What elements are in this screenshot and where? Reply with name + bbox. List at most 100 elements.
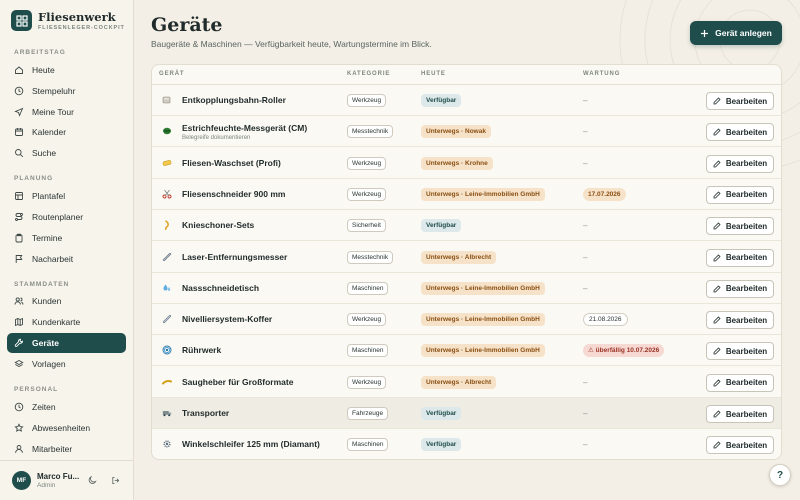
- devices-table: GERÄT KATEGORIE HEUTE WARTUNG Entkopplun…: [151, 64, 782, 460]
- sidebar-item-stempeluhr[interactable]: Stempeluhr: [7, 81, 126, 101]
- table-row[interactable]: Laser-Entfernungsmesser Messtechnik Unterw…: [152, 242, 781, 273]
- maintenance-badge: –: [583, 283, 588, 293]
- device-name: Knieschoner-Sets: [182, 220, 255, 231]
- sidebar-item-kundenkarte[interactable]: Kundenkarte: [7, 312, 126, 332]
- edit-label: Bearbeiten: [725, 127, 768, 137]
- table-row[interactable]: Nassschneidetisch Maschinen Unterwegs · Le…: [152, 273, 781, 304]
- table-row[interactable]: Rührwerk Maschinen Unterwegs · Leine-Immob…: [152, 335, 781, 367]
- sidebar-item-vorlagen[interactable]: Vorlagen: [7, 354, 126, 374]
- sidebar-item-meine-tour[interactable]: Meine Tour: [7, 102, 126, 122]
- edit-button[interactable]: Bearbeiten: [706, 311, 774, 330]
- category-badge: Maschinen: [347, 344, 389, 358]
- column-header: GERÄT: [159, 71, 185, 77]
- help-button[interactable]: ?: [769, 464, 791, 486]
- meter-icon: [163, 128, 171, 135]
- category-badge: Werkzeug: [347, 187, 387, 201]
- sidebar-item-nacharbeit[interactable]: Nacharbeit: [7, 249, 126, 269]
- edit-button[interactable]: Bearbeiten: [706, 123, 774, 142]
- maintenance-badge: ⚠ überfällig 10.07.2026: [583, 344, 665, 358]
- table-row[interactable]: Winkelschleifer 125 mm (Diamant) Maschine…: [152, 429, 781, 459]
- sidebar-item-label: Routenplaner: [32, 212, 84, 222]
- logout-icon[interactable]: [111, 476, 120, 485]
- table-row[interactable]: Entkopplungsbahn-Roller Werkzeug Verfügbar…: [152, 85, 781, 116]
- calendar-icon: [15, 128, 23, 136]
- edit-label: Bearbeiten: [725, 253, 768, 262]
- sidebar-item-label: Nacharbeit: [32, 254, 74, 264]
- table-row[interactable]: Saugheber für Großformate Werkzeug Unterwe…: [152, 367, 781, 398]
- plus-icon: [701, 29, 709, 37]
- edit-button[interactable]: Bearbeiten: [706, 185, 774, 204]
- edit-button[interactable]: Bearbeiten: [706, 436, 774, 455]
- pencil-icon: [713, 316, 721, 324]
- knee-icon: [164, 220, 169, 231]
- category-badge: Werkzeug: [347, 156, 387, 170]
- sidebar: Fliesenwerk FLIESENLEGER-COCKPIT ARBEITS…: [0, 0, 134, 500]
- status-badge: Verfügbar: [421, 94, 462, 107]
- maintenance-badge: 17.07.2026: [583, 187, 626, 201]
- sidebar-item-zeiten[interactable]: Zeiten: [7, 397, 126, 417]
- edit-label: Bearbeiten: [725, 409, 768, 419]
- category-badge: Messtechnik: [347, 125, 394, 139]
- sidebar-item-kunden[interactable]: Kunden: [7, 291, 126, 311]
- sidebar-item-suche[interactable]: Suche: [7, 143, 126, 163]
- pencil-icon: [713, 128, 721, 136]
- sidebar-item-heute[interactable]: Heute: [7, 60, 126, 80]
- maintenance-badge: –: [583, 158, 588, 168]
- table-row[interactable]: Estrichfeuchte-Messgerät (CM) Belegreife …: [152, 116, 781, 148]
- device-name: Winkelschleifer 125 mm (Diamant): [182, 439, 320, 450]
- sidebar-item-label: Termine: [32, 233, 63, 243]
- edit-label: Bearbeiten: [725, 346, 768, 356]
- device-name: Entkopplungsbahn-Roller: [182, 95, 286, 105]
- edit-label: Bearbeiten: [725, 159, 768, 169]
- sidebar-item-termine[interactable]: Termine: [7, 228, 126, 248]
- edit-button[interactable]: Bearbeiten: [706, 217, 774, 236]
- status-badge: Unterwegs · Albrecht: [421, 375, 497, 389]
- sidebar-item-label: Suche: [32, 148, 57, 158]
- tool-icon: [14, 338, 23, 347]
- spiral-icon: [162, 345, 172, 355]
- navigation-icon: [14, 107, 24, 117]
- table-row[interactable]: Knieschoner-Sets Sicherheit Verfügbar – Bear…: [152, 210, 781, 242]
- sidebar-item-routenplaner[interactable]: Routenplaner: [7, 207, 126, 227]
- edit-button[interactable]: Bearbeiten: [706, 342, 774, 361]
- device-name: Estrichfeuchte-Messgerät (CM): [182, 123, 308, 134]
- edit-label: Bearbeiten: [725, 378, 768, 388]
- user-profile[interactable]: MF Marco Fu... Admin: [0, 460, 134, 500]
- edit-button[interactable]: Bearbeiten: [706, 92, 774, 110]
- scissors-icon: [162, 189, 172, 199]
- table-row[interactable]: Nivelliersystem-Koffer Werkzeug Unterwegs …: [152, 304, 781, 336]
- column-header: KATEGORIE: [347, 71, 391, 77]
- sidebar-item-label: Kalender: [32, 127, 67, 137]
- lifter-icon: [162, 379, 172, 385]
- device-name: Saugheber für Großformate: [182, 376, 294, 387]
- level-icon: [162, 314, 172, 324]
- pencil-icon: [713, 379, 721, 387]
- edit-label: Bearbeiten: [725, 284, 768, 294]
- edit-button[interactable]: Bearbeiten: [706, 154, 774, 173]
- sidebar-item-geräte[interactable]: Geräte: [7, 333, 126, 353]
- edit-label: Bearbeiten: [725, 190, 768, 200]
- edit-button[interactable]: Bearbeiten: [706, 373, 774, 392]
- pencil-icon: [713, 441, 721, 449]
- map-icon: [15, 317, 23, 327]
- sidebar-item-label: Meine Tour: [32, 107, 74, 117]
- table-row[interactable]: Transporter Fahrzeuge Verfügbar – Bearbeiten: [152, 398, 781, 429]
- sidebar-item-mitarbeiter[interactable]: Mitarbeiter: [7, 439, 126, 459]
- van-icon: [162, 411, 172, 417]
- add-device-button[interactable]: Gerät anlegen: [690, 21, 782, 45]
- sidebar-item-abwesenheiten[interactable]: Abwesenheiten: [7, 418, 126, 438]
- edit-button[interactable]: Bearbeiten: [706, 405, 774, 423]
- sidebar-item-plantafel[interactable]: Plantafel: [7, 186, 126, 206]
- clipboard-icon: [15, 233, 23, 243]
- sidebar-item-label: Kunden: [32, 296, 62, 306]
- edit-button[interactable]: Bearbeiten: [706, 279, 774, 298]
- table-row[interactable]: Fliesenschneider 900 mm Werkzeug Unterwegs…: [152, 179, 781, 210]
- table-row[interactable]: Fliesen-Waschset (Profi) Werkzeug Unterweg…: [152, 148, 781, 179]
- sidebar-item-kalender[interactable]: Kalender: [7, 122, 126, 142]
- moon-icon[interactable]: [88, 476, 97, 485]
- brand: Fliesenwerk FLIESENLEGER-COCKPIT: [11, 10, 125, 31]
- device-name: Fliesenschneider 900 mm: [182, 188, 286, 199]
- edit-button[interactable]: Bearbeiten: [706, 248, 774, 267]
- brand-logo-icon: [11, 10, 32, 31]
- pencil-icon: [713, 222, 721, 230]
